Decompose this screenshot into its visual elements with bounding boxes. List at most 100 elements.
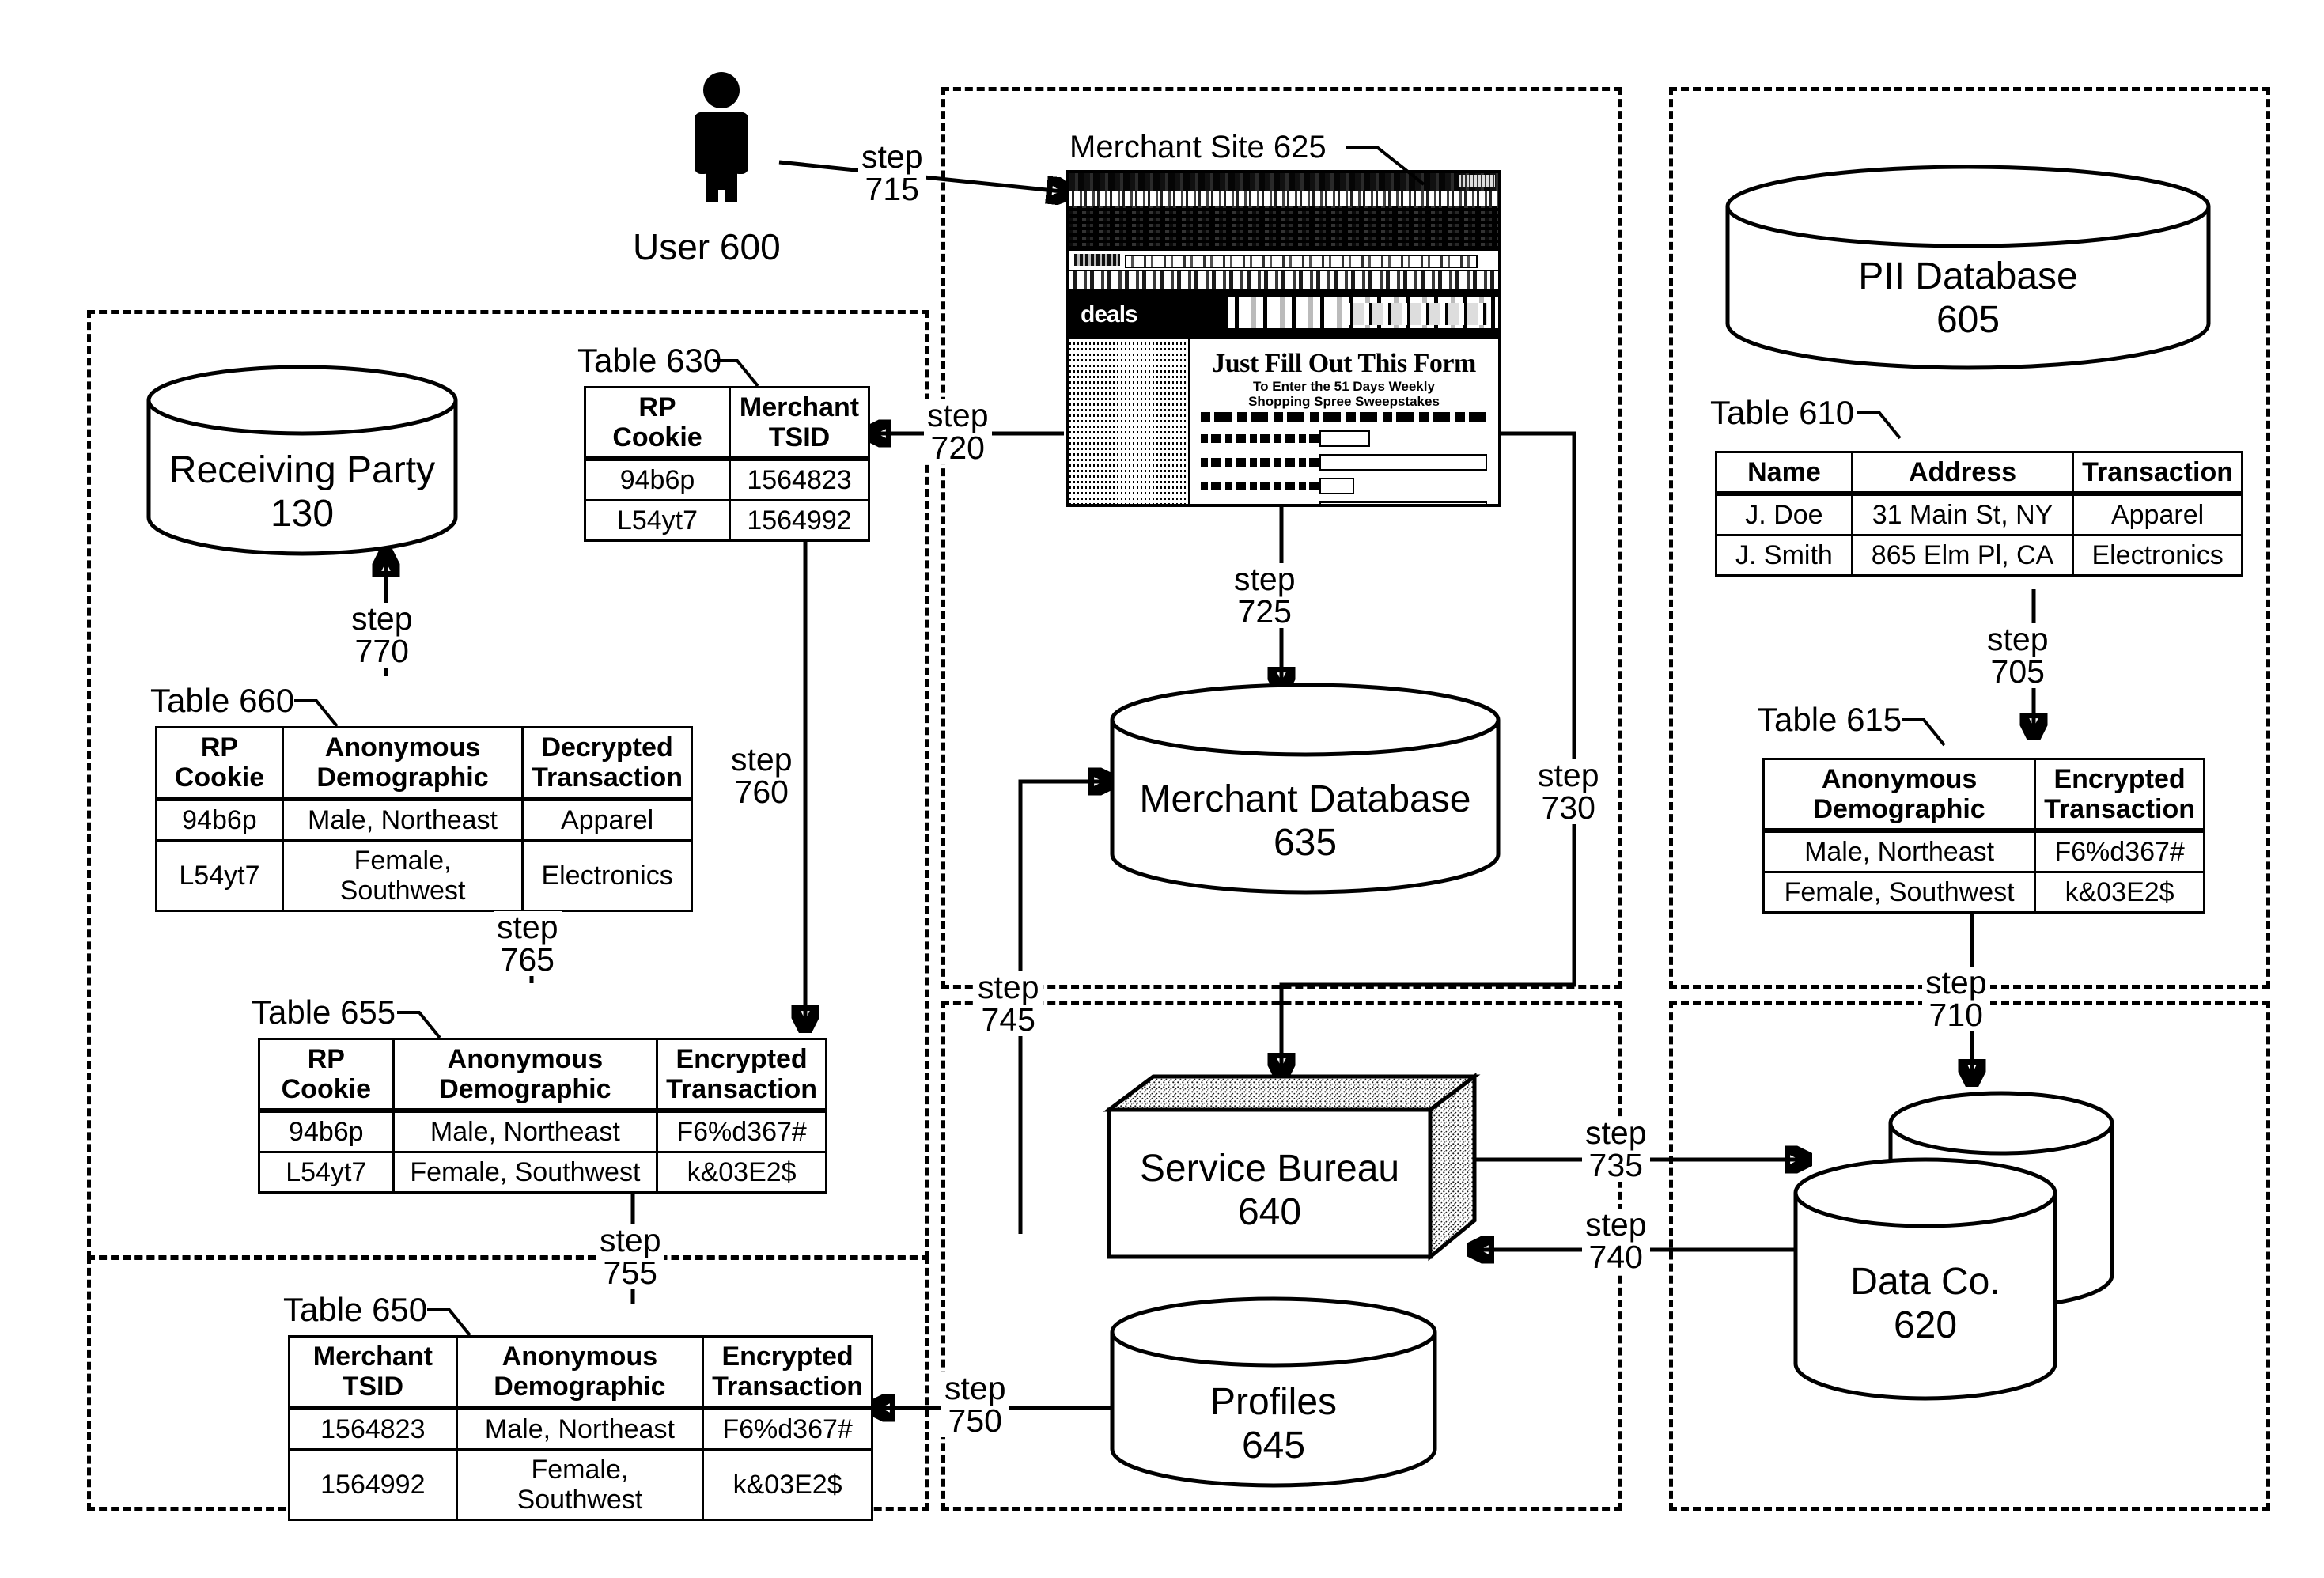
cell: k&03E2$ bbox=[2034, 871, 2205, 914]
step-755-label: step 755 bbox=[596, 1224, 664, 1289]
th-line2: Cookie bbox=[612, 422, 702, 453]
form-field-input[interactable] bbox=[1319, 501, 1487, 504]
th-line2: Demographic bbox=[316, 763, 489, 793]
step-720-label: step 720 bbox=[924, 399, 992, 464]
table-row: L54yt7 Female, Southwest Electronics bbox=[155, 839, 693, 913]
step-715-line2: 715 bbox=[865, 171, 919, 207]
figure-canvas: User 600 step 715 Merchant Site 625 deal… bbox=[0, 0, 2324, 1578]
data-co-cylinders: Data Co. 620 bbox=[1786, 1077, 2158, 1449]
step-710-line1: step bbox=[1925, 964, 1987, 1001]
col-name: Name bbox=[1715, 451, 1853, 497]
table-row: Female, Southwest k&03E2$ bbox=[1762, 871, 2205, 914]
table-610: Name Address Transaction J. Doe 31 Main … bbox=[1715, 451, 2243, 577]
cell: 94b6p bbox=[258, 1109, 395, 1154]
table-row: L54yt7 Female, Southwest k&03E2$ bbox=[258, 1151, 827, 1194]
cell: 1564823 bbox=[288, 1406, 458, 1451]
cell: 94b6p bbox=[584, 457, 731, 502]
cell: 31 Main St, NY bbox=[1850, 492, 2075, 537]
th-line1: Anonymous bbox=[502, 1341, 658, 1372]
th-line2: Demographic bbox=[494, 1372, 666, 1402]
th-line1: Anonymous bbox=[447, 1044, 604, 1074]
th-line2: Demographic bbox=[1813, 794, 1985, 825]
step-730-label: step 730 bbox=[1535, 759, 1603, 824]
col-transaction: Transaction bbox=[2072, 451, 2243, 497]
table-655-caption: Table 655 bbox=[252, 993, 396, 1031]
table-610-leader-line bbox=[1857, 411, 1902, 440]
cell: L54yt7 bbox=[155, 839, 284, 913]
table-row-header: Merchant TSID Anonymous Demographic Encr… bbox=[288, 1335, 873, 1411]
cell: Electronics bbox=[521, 839, 693, 913]
col-rp-cookie: RP Cookie bbox=[584, 386, 731, 462]
col-encrypted-transaction: Encrypted Transaction bbox=[2034, 758, 2205, 834]
cell: Female, Southwest bbox=[455, 1448, 705, 1522]
table-660-leader-line bbox=[294, 699, 339, 728]
table-row: 94b6p Male, Northeast F6%d367# bbox=[258, 1109, 827, 1154]
browser-menubar[interactable] bbox=[1069, 191, 1498, 206]
cell: k&03E2$ bbox=[656, 1151, 827, 1194]
merchant-database-cylinder: Merchant Database 635 bbox=[1107, 682, 1503, 895]
table-row: 94b6p 1564823 bbox=[584, 457, 870, 502]
table-655: RP Cookie Anonymous Demographic Encrypte… bbox=[258, 1038, 827, 1194]
col-anonymous-demographic: Anonymous Demographic bbox=[392, 1038, 659, 1114]
cell: Apparel bbox=[2072, 492, 2243, 537]
cell: Male, Northeast bbox=[455, 1406, 705, 1451]
cell: L54yt7 bbox=[258, 1151, 395, 1194]
col-encrypted-transaction: Encrypted Transaction bbox=[656, 1038, 827, 1114]
step-735-line1: step bbox=[1585, 1114, 1647, 1151]
site-sidebar-nav[interactable] bbox=[1069, 339, 1190, 504]
cell: 1564823 bbox=[729, 457, 870, 502]
table-row-header: RP Cookie Anonymous Demographic Decrypte… bbox=[155, 726, 693, 802]
browser-address-bar[interactable] bbox=[1069, 249, 1498, 271]
step-710-label: step 710 bbox=[1922, 967, 1990, 1031]
merchant-site-browser[interactable]: deals Just Fill Out This Form To Enter t… bbox=[1066, 170, 1501, 507]
col-anonymous-demographic: Anonymous Demographic bbox=[1762, 758, 2037, 834]
pii-database-cylinder: PII Database 605 bbox=[1723, 162, 2213, 370]
step-750-line1: step bbox=[944, 1370, 1006, 1406]
cell: 94b6p bbox=[155, 797, 284, 842]
th-line1: Anonymous bbox=[324, 732, 481, 763]
th-line2: Cookie bbox=[281, 1074, 371, 1105]
step-770-line1: step bbox=[351, 600, 413, 637]
th-line1: RP bbox=[638, 392, 676, 422]
step-760-label: step 760 bbox=[728, 744, 796, 808]
form-field-input[interactable] bbox=[1319, 478, 1354, 495]
form-row[interactable] bbox=[1201, 478, 1487, 495]
cell: J. Smith bbox=[1715, 534, 1853, 577]
table-row: Male, Northeast F6%d367# bbox=[1762, 829, 2205, 874]
step-740-label: step 740 bbox=[1582, 1209, 1650, 1273]
th-line1: Encrypted bbox=[721, 1341, 854, 1372]
th-line2: Transaction bbox=[712, 1372, 863, 1402]
table-615: Anonymous Demographic Encrypted Transact… bbox=[1762, 758, 2205, 914]
step-740-line1: step bbox=[1585, 1206, 1647, 1243]
site-body: Just Fill Out This Form To Enter the 51 … bbox=[1069, 339, 1498, 504]
browser-window-controls[interactable] bbox=[1459, 175, 1495, 187]
step-755-line1: step bbox=[600, 1222, 661, 1258]
step-705-line1: step bbox=[1987, 621, 2049, 657]
cell: Apparel bbox=[521, 797, 693, 842]
th-line1: Encrypted bbox=[2053, 764, 2186, 794]
step-730-line2: 730 bbox=[1541, 789, 1595, 826]
cell: F6%d367# bbox=[656, 1109, 827, 1154]
step-765-line1: step bbox=[497, 909, 558, 945]
browser-toolbar[interactable] bbox=[1069, 206, 1498, 249]
cell: J. Doe bbox=[1715, 492, 1853, 537]
form-field-label bbox=[1201, 482, 1319, 491]
form-field-input[interactable] bbox=[1319, 430, 1370, 448]
browser-links-bar[interactable] bbox=[1069, 271, 1498, 289]
form-row[interactable] bbox=[1201, 501, 1487, 504]
site-banner: deals bbox=[1069, 289, 1498, 339]
form-row[interactable] bbox=[1201, 430, 1487, 448]
cell: Female, Southwest bbox=[392, 1151, 659, 1194]
cell: k&03E2$ bbox=[702, 1448, 873, 1522]
step-740-line2: 740 bbox=[1588, 1239, 1643, 1275]
cell: 1564992 bbox=[729, 499, 870, 543]
form-instructions bbox=[1201, 412, 1487, 423]
th-line1: Anonymous bbox=[1821, 764, 1978, 794]
step-720-line1: step bbox=[927, 397, 989, 433]
th-line2: TSID bbox=[342, 1372, 404, 1402]
table-row-header: Name Address Transaction bbox=[1715, 451, 2243, 497]
table-row: J. Doe 31 Main St, NY Apparel bbox=[1715, 492, 2243, 537]
form-field-input[interactable] bbox=[1319, 454, 1487, 471]
th-line2: Transaction bbox=[532, 763, 683, 793]
form-row[interactable] bbox=[1201, 454, 1487, 471]
